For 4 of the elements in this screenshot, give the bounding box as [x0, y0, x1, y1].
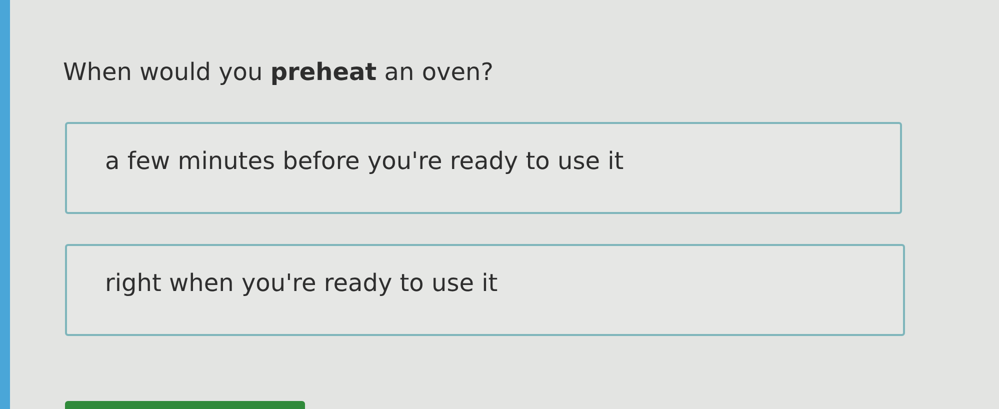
answer-option[interactable]: a few minutes before you're ready to use it	[65, 122, 902, 214]
partial-button[interactable]	[65, 401, 305, 409]
question-text: When would you preheat an oven?	[63, 58, 494, 88]
answer-option[interactable]: right when you're ready to use it	[65, 244, 905, 336]
